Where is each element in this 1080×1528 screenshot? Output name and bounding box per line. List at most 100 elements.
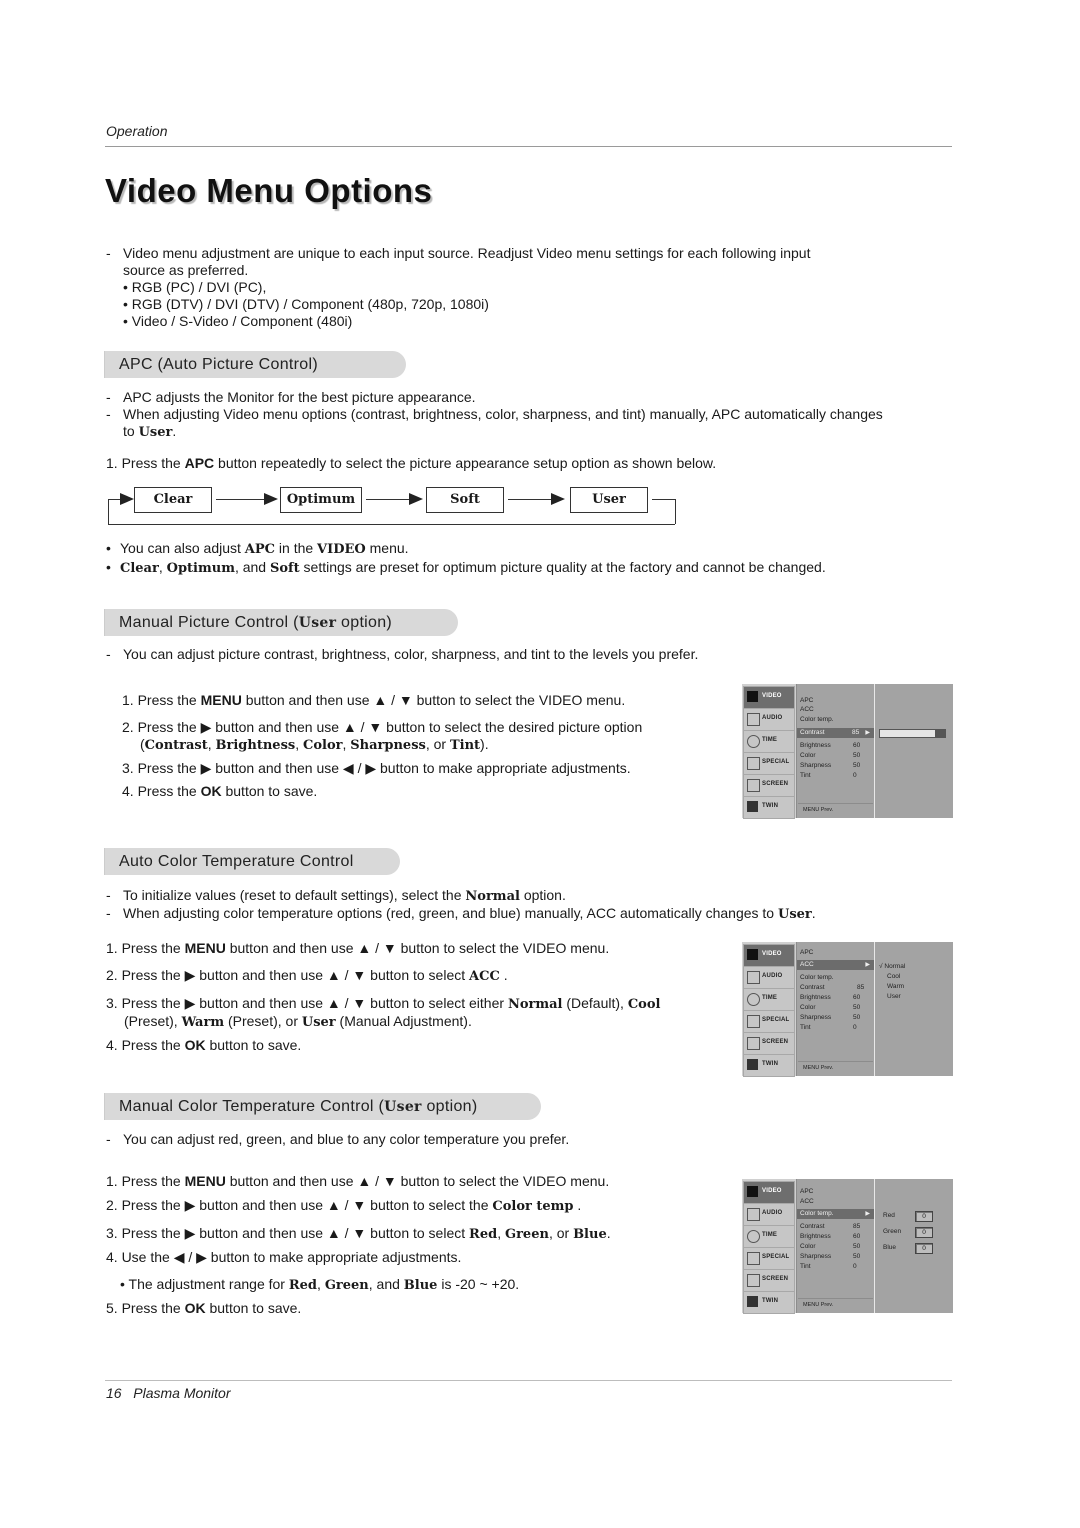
osd-tab-label: AUDIO (762, 715, 783, 721)
osd-menu-contrast: VIDEO AUDIO TIME SPECIAL SCREEN TWIN APC ACC … (742, 684, 953, 819)
osd-footer: MENU Prev. (798, 803, 873, 816)
section-heading-auto-color: Auto Color Temperature Control (104, 848, 400, 875)
manual-color-note: - You can adjust red, green, and blue to … (106, 1131, 570, 1147)
apc-bullets: • You can also adjust APC in the VIDEO m… (106, 540, 826, 576)
osd-tab-special: SPECIAL (743, 752, 795, 775)
step: 4. Use the ◀ / ▶ button to make appropri… (106, 1249, 462, 1265)
osd-tab-label: TWIN (762, 1298, 779, 1304)
range-note: • The adjustment range for Red, Green, a… (120, 1276, 520, 1293)
osd-item-brightness: Brightness (800, 994, 831, 1001)
osd-item-contrast: Contrast (800, 984, 825, 991)
osd-tab-label: SPECIAL (762, 759, 790, 765)
osd-item-color: Color (800, 752, 816, 759)
speaker-icon (747, 1208, 760, 1221)
page-title: Video Menu Options (105, 172, 433, 209)
arrow-icon (120, 493, 134, 505)
osd-tab-label: SCREEN (762, 1276, 789, 1282)
osd-item-acc-selected: ACC ▶ (797, 960, 874, 970)
intro-source: • RGB (PC) / DVI (PC), (123, 279, 267, 295)
step: 5. Press the OK button to save. (106, 1300, 302, 1316)
osd-item-contrast-selected: Contrast 85 ▶ (797, 728, 874, 738)
step: 1. Press the MENU button and then use ▲ … (106, 1173, 610, 1189)
osd-tab-label: AUDIO (762, 973, 783, 979)
clock-icon (747, 993, 760, 1006)
twin-picture-icon (747, 1059, 758, 1070)
osd-item-apc: APC (800, 949, 814, 956)
osd-item-contrast: Contrast (800, 1223, 825, 1230)
loop-line (108, 499, 109, 524)
step: 1. Press the MENU button and then use ▲ … (106, 940, 610, 956)
section-label: Operation (106, 123, 168, 139)
contrast-slider (879, 729, 946, 738)
osd-tab-video: VIDEO (743, 944, 795, 967)
apc-option-optimum: Optimum (280, 487, 362, 513)
osd-tab-label: TIME (762, 995, 778, 1001)
rgb-value-green: 0 (915, 1227, 933, 1238)
osd-tab-label: SCREEN (762, 781, 789, 787)
arrow-right-icon: ▶ (865, 730, 870, 736)
loop-line (652, 499, 675, 500)
apc-option-user: User (570, 487, 648, 513)
monitor-icon (747, 691, 758, 702)
footer-divider (105, 1380, 952, 1381)
osd-item-sharpness: Sharpness (800, 1253, 832, 1260)
header-divider (105, 146, 952, 147)
apc-option-soft: Soft (426, 487, 504, 513)
arrow-line (216, 499, 266, 500)
osd-sidebar: VIDEO AUDIO TIME SPECIAL SCREEN TWIN (742, 684, 795, 819)
manual-picture-steps: 1. Press the MENU button and then use ▲ … (122, 692, 712, 800)
step: 1. Press the MENU button and then use ▲ … (122, 692, 626, 708)
intro-text: Video menu adjustment are unique to each… (123, 245, 811, 278)
osd-tab-twin: TWIN (743, 1054, 795, 1077)
osd-tab-label: TIME (762, 1232, 778, 1238)
arrow-line (508, 499, 552, 500)
osd-options: APC ACC Color temp. ▶ Contrast 85 Brightn… (796, 1179, 874, 1313)
screen-adjust-icon (747, 1037, 760, 1050)
osd-tab-label: VIDEO (762, 951, 782, 957)
osd-tab-audio: AUDIO (743, 1203, 795, 1226)
osd-item-tint: Tint (800, 1263, 811, 1270)
loop-line (675, 499, 676, 524)
speaker-icon (747, 971, 760, 984)
osd-item-color-temp-selected: Color temp. ▶ (797, 1209, 874, 1219)
osd-item-brightness: Brightness (800, 1233, 831, 1240)
osd-tab-time: TIME (743, 1225, 795, 1248)
arrow-icon (551, 493, 565, 505)
page-footer: 16 Plasma Monitor (106, 1385, 231, 1401)
acc-option-normal: √ Normal (879, 963, 906, 970)
rgb-label-green: Green (883, 1228, 902, 1235)
osd-detail: √ Normal Cool Warm User (874, 942, 953, 1076)
osd-detail (874, 684, 953, 818)
osd-item-color-temp: Color temp. (800, 716, 834, 723)
osd-tab-video: VIDEO (743, 686, 795, 709)
step-cont: (Preset), Warm (Preset), or User (Manual… (124, 1013, 472, 1030)
osd-tab-label: TWIN (762, 1061, 779, 1067)
twin-picture-icon (747, 801, 758, 812)
osd-tab-time: TIME (743, 730, 795, 753)
osd-tab-label: TWIN (762, 803, 779, 809)
step: 3. Press the ▶ button and then use ▲ / ▼… (106, 995, 661, 1012)
intro: - Video menu adjustment are unique to ea… (106, 245, 826, 330)
apc-step-1: 1. Press the APC button repeatedly to se… (106, 455, 717, 471)
osd-item-apc: APC (800, 1188, 814, 1195)
apc-option-clear: Clear (134, 487, 212, 513)
section-heading-manual-picture: Manual Picture Control (User option) (104, 609, 458, 636)
footer-title: Plasma Monitor (133, 1385, 231, 1401)
acc-option-user: User (887, 993, 901, 1000)
osd-tab-special: SPECIAL (743, 1247, 795, 1270)
speaker-icon (747, 713, 760, 726)
osd-tab-label: AUDIO (762, 1210, 783, 1216)
osd-item-sharpness: Sharpness (800, 1014, 832, 1021)
screen-adjust-icon (747, 1274, 760, 1287)
section-heading-manual-color: Manual Color Temperature Control (User o… (104, 1093, 541, 1120)
acc-option-cool: Cool (887, 973, 901, 980)
osd-item-tint: Tint (800, 772, 811, 779)
arrow-icon (264, 493, 278, 505)
osd-tab-label: SCREEN (762, 1039, 789, 1045)
twin-picture-icon (747, 1296, 758, 1307)
intro-source: • RGB (DTV) / DVI (DTV) / Component (480… (123, 296, 489, 312)
clock-icon (747, 1230, 760, 1243)
manual-color-steps: 1. Press the MENU button and then use ▲ … (106, 1173, 726, 1317)
step: 2. Press the ▶ button and then use ▲ / ▼… (106, 967, 508, 984)
osd-item-acc: ACC (800, 1198, 814, 1205)
